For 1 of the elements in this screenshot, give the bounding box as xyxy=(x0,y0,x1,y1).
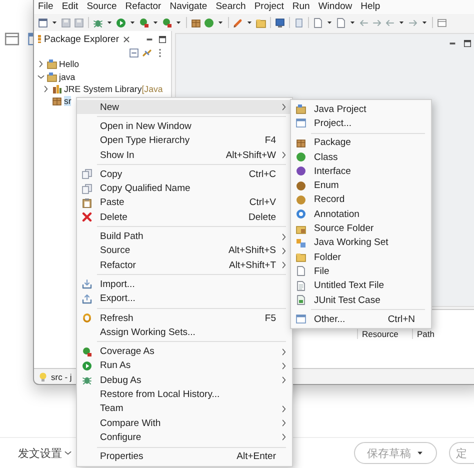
status-text: src - j xyxy=(51,372,72,382)
